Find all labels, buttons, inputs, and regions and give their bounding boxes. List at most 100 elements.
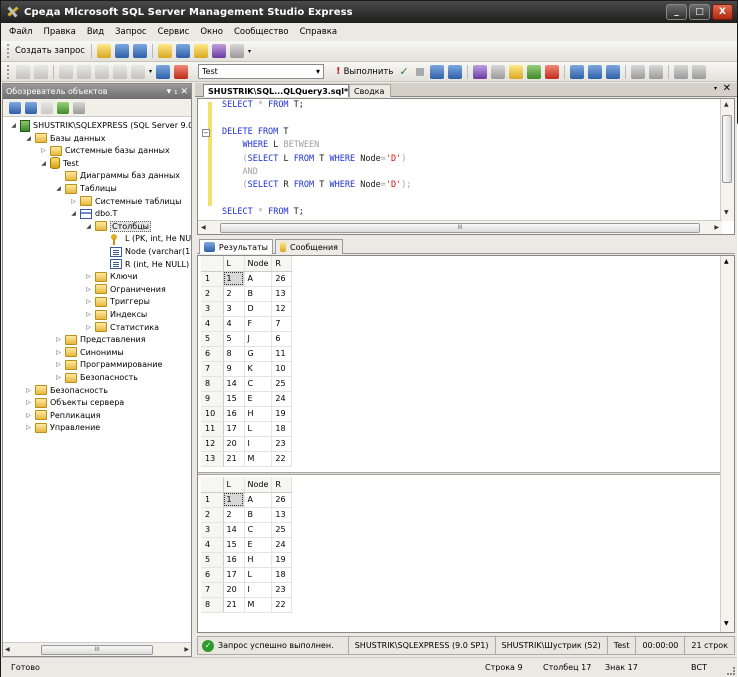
grid-cell[interactable]: 16 — [223, 552, 245, 568]
tree-node[interactable]: Диаграммы баз данных — [54, 169, 180, 182]
scroll-up-icon[interactable]: ▲ — [724, 101, 729, 108]
collapse-icon[interactable]: − — [202, 129, 210, 137]
design-query-icon[interactable] — [490, 64, 505, 79]
table-row[interactable]: 11 17 L 18 — [201, 421, 293, 437]
editor-vscroll[interactable]: ▲ ▼ — [720, 99, 734, 221]
row-number[interactable]: 2 — [201, 507, 224, 523]
collapse-icon[interactable]: ◢ — [39, 160, 48, 167]
change-type-icon[interactable] — [156, 64, 171, 79]
grid-cell[interactable]: 24 — [271, 537, 293, 553]
grid-cell[interactable]: 5 — [223, 331, 245, 347]
grid-cell[interactable]: J — [244, 331, 273, 347]
resize-grip[interactable] — [727, 667, 735, 675]
grid-cell[interactable]: E — [244, 391, 273, 407]
registered-servers-icon[interactable] — [157, 44, 172, 58]
column-header[interactable]: L — [223, 256, 245, 272]
tree-node[interactable]: ◢ Базы данных — [24, 132, 105, 145]
tree-node[interactable]: R (int, Не NULL) — [99, 258, 189, 271]
toolbar-overflow-icon[interactable]: ▾ — [248, 48, 251, 55]
results-to-grid-icon[interactable] — [569, 64, 584, 79]
grid-cell[interactable]: C — [244, 376, 273, 392]
table-row[interactable]: 1 1 A 26 — [201, 492, 293, 508]
change-connection-icon[interactable] — [59, 64, 73, 79]
grid-cell[interactable]: 3 — [223, 301, 245, 317]
disconnect-icon[interactable] — [34, 64, 48, 79]
grid-cell[interactable]: 21 — [223, 451, 245, 467]
grid-cell[interactable]: 23 — [271, 436, 293, 452]
row-number[interactable]: 1 — [201, 492, 224, 508]
tree-node[interactable]: ▷ Управление — [24, 421, 100, 434]
grid-cell[interactable]: A — [244, 492, 273, 508]
results-to-file-icon[interactable] — [587, 64, 602, 79]
scroll-left-icon[interactable]: ◀ — [5, 646, 10, 653]
grid-cell[interactable]: 26 — [271, 492, 293, 508]
analysis-icon[interactable] — [95, 64, 109, 79]
results-to-text-icon[interactable] — [544, 64, 559, 79]
include-plan-icon[interactable] — [508, 64, 523, 79]
tree-node[interactable]: Node (varchar(1 — [99, 245, 190, 258]
grid-cell[interactable]: A — [244, 271, 273, 287]
sql-code[interactable]: SELECT * FROM T; DELETE FROM T WHERE L B… — [222, 99, 411, 220]
new-query-button[interactable]: Создать запрос — [15, 46, 85, 56]
grid-cell[interactable]: 19 — [271, 406, 293, 422]
maximize-button[interactable]: □ — [689, 4, 710, 20]
collapse-icon[interactable]: ◢ — [9, 122, 18, 129]
client-statistics-icon[interactable] — [526, 64, 541, 79]
grid-cell[interactable]: M — [244, 451, 273, 467]
grid-cell[interactable]: B — [244, 286, 273, 302]
tree-node[interactable]: ▷ Системные базы данных — [39, 144, 170, 157]
grid-cell[interactable]: 17 — [223, 567, 245, 583]
editor-hscroll[interactable]: ◀ III ▶ — [198, 220, 722, 234]
table-row[interactable]: 8 21 M 22 — [201, 597, 293, 613]
sql-editor[interactable]: − SELECT * FROM T; DELETE FROM T WHERE L… — [197, 98, 735, 235]
grid-cell[interactable]: 7 — [271, 316, 293, 332]
scroll-right-icon[interactable]: ▶ — [714, 224, 719, 231]
column-header[interactable] — [201, 256, 224, 272]
grid-cell[interactable]: H — [244, 552, 273, 568]
row-number[interactable]: 5 — [201, 552, 224, 568]
grid-cell[interactable]: 16 — [223, 406, 245, 422]
grid-cell[interactable]: 1 — [223, 492, 245, 508]
scroll-thumb[interactable] — [722, 115, 732, 183]
tree-node[interactable]: ▷ Безопасность — [24, 384, 108, 397]
grid-cell[interactable]: H — [244, 406, 273, 422]
grid-cell[interactable]: 14 — [223, 522, 245, 538]
tree-node[interactable]: ▷ Ограничения — [84, 283, 166, 296]
grid-cell[interactable]: I — [244, 582, 273, 598]
column-header[interactable]: R — [271, 256, 293, 272]
disconnect-icon[interactable] — [25, 101, 37, 114]
display-plan-icon[interactable] — [429, 64, 444, 79]
grid-cell[interactable]: L — [244, 421, 273, 437]
grid-cell[interactable]: 24 — [271, 391, 293, 407]
scroll-down-icon[interactable]: ▼ — [724, 209, 729, 216]
object-explorer-icon[interactable] — [175, 44, 190, 58]
table-row[interactable]: 7 9 K 10 — [201, 361, 293, 377]
table-row[interactable]: 2 2 B 13 — [201, 286, 293, 302]
grid-cell[interactable]: 14 — [223, 376, 245, 392]
grid-cell[interactable]: 10 — [271, 361, 293, 377]
grid-cell[interactable]: 17 — [223, 421, 245, 437]
close-button[interactable]: X — [712, 4, 733, 20]
grid-cell[interactable]: 15 — [223, 391, 245, 407]
grid-cell[interactable]: 13 — [271, 286, 293, 302]
expand-icon[interactable]: ▷ — [54, 349, 63, 356]
filter-icon[interactable] — [73, 101, 85, 114]
connect-icon[interactable] — [16, 64, 30, 79]
tab-results[interactable]: Результаты — [199, 239, 273, 254]
grid-cell[interactable]: 15 — [223, 537, 245, 553]
expand-icon[interactable]: ▷ — [84, 324, 93, 331]
grid-cell[interactable]: 4 — [223, 316, 245, 332]
table-row[interactable]: 9 15 E 24 — [201, 391, 293, 407]
grid-cell[interactable]: 18 — [271, 421, 293, 437]
row-number[interactable]: 6 — [201, 346, 224, 362]
grid-cell[interactable]: 6 — [271, 331, 293, 347]
object-explorer-hscroll[interactable]: ◀ III ▶ — [3, 642, 191, 656]
tree-node[interactable]: ▷ Индексы — [84, 308, 147, 321]
expand-icon[interactable]: ▷ — [54, 336, 63, 343]
menu-window[interactable]: Окно — [200, 27, 223, 37]
table-row[interactable]: 2 2 B 13 — [201, 507, 293, 523]
save-icon[interactable] — [114, 44, 129, 58]
menu-edit[interactable]: Правка — [43, 27, 75, 37]
grid-cell[interactable]: 23 — [271, 582, 293, 598]
expand-icon[interactable]: ▷ — [84, 311, 93, 318]
